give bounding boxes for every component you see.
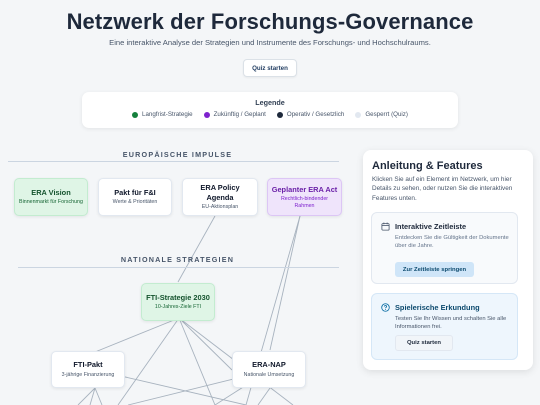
timeline-card: Interaktive Zeitleiste Entdecken Sie die… [371, 212, 518, 284]
node-title: Geplanter ERA Act [271, 184, 338, 194]
node-era-vision[interactable]: ERA Vision Binnenmarkt für Forschung [14, 178, 88, 216]
legend-label: Operativ / Gesetzlich [286, 111, 345, 118]
features-panel: Anleitung & Features Klicken Sie auf ein… [363, 150, 533, 370]
node-fti-strategie-2030[interactable]: FTI-Strategie 2030 10-Jahres-Ziele FTI [141, 283, 215, 321]
legend-label: Zukünftig / Geplant [213, 111, 266, 118]
legend-item-planned: Zukünftig / Geplant [203, 111, 266, 118]
section-european-heading: EUROPÄISCHE IMPULSE [122, 150, 233, 159]
node-subtitle: Rechtlich-bindender Rahmen [280, 195, 329, 209]
node-title: Pakt für F&I [114, 187, 156, 197]
node-title: ERA Vision [31, 187, 71, 197]
timeline-jump-button[interactable]: Zur Zeitleiste springen [395, 262, 474, 277]
legend-dot-operative [276, 111, 283, 118]
legend-title: Legende [255, 98, 285, 107]
legend: Legende Langfrist-Strategie Zukünftig / … [82, 92, 458, 128]
legend-item-longterm: Langfrist-Strategie [132, 111, 193, 118]
node-title: ERA-NAP [252, 360, 286, 370]
node-subtitle: Werte & Prioritäten [112, 199, 158, 206]
legend-label: Langfrist-Strategie [142, 111, 193, 118]
quiz-card-title: Spielerische Erkundung [395, 303, 480, 312]
page-subtitle: Eine interaktive Analyse der Strategien … [109, 38, 431, 47]
panel-title: Anleitung & Features [372, 160, 483, 172]
node-subtitle: Binnenmarkt für Forschung [19, 199, 83, 206]
node-era-policy-agenda[interactable]: ERA Policy Agenda EU-Aktionsplan [182, 178, 258, 216]
timeline-card-title: Interaktive Zeitleiste [395, 222, 467, 231]
quiz-start-button[interactable]: Quiz starten [243, 59, 297, 77]
node-title: FTI-Pakt [73, 360, 103, 370]
quiz-card: Spielerische Erkundung Testen Sie Ihr Wi… [371, 293, 518, 360]
legend-dot-locked [355, 111, 362, 118]
timeline-card-text: Entdecken Sie die Gültigkeit der Dokumen… [395, 235, 509, 250]
section-national-rule [18, 267, 339, 268]
legend-dot-longterm [132, 111, 139, 118]
legend-item-locked: Gesperrt (Quiz) [355, 111, 408, 118]
node-subtitle: 10-Jahres-Ziele FTI [154, 304, 202, 311]
legend-dot-planned [203, 111, 210, 118]
node-title: ERA Policy Agenda [200, 183, 240, 202]
node-fti-pakt[interactable]: FTI-Pakt 3-jährige Finanzierung [51, 351, 125, 388]
quiz-card-text: Testen Sie Ihr Wissen und schalten Sie a… [395, 316, 507, 331]
node-title: FTI-Strategie 2030 [146, 292, 210, 302]
node-pakt-fi[interactable]: Pakt für F&I Werte & Prioritäten [98, 178, 172, 216]
node-era-act[interactable]: Geplanter ERA Act Rechtlich-bindender Ra… [267, 178, 342, 216]
node-subtitle: 3-jährige Finanzierung [61, 371, 115, 378]
node-subtitle: EU-Aktionsplan [201, 203, 239, 210]
panel-description: Klicken Sie auf ein Element im Netzwerk,… [372, 176, 513, 202]
node-era-nap[interactable]: ERA-NAP Nationale Umsetzung [232, 351, 306, 388]
legend-label: Gesperrt (Quiz) [365, 111, 408, 118]
calendar-icon [381, 222, 390, 231]
section-european-rule [8, 161, 339, 162]
quiz-card-start-button[interactable]: Quiz starten [395, 335, 453, 351]
legend-item-operative: Operativ / Gesetzlich [276, 111, 345, 118]
node-subtitle: Nationale Umsetzung [243, 371, 295, 378]
page-title: Netzwerk der Forschungs-Governance [66, 9, 474, 34]
help-circle-icon [381, 303, 390, 312]
section-national-heading: NATIONALE STRATEGIEN [120, 255, 235, 264]
